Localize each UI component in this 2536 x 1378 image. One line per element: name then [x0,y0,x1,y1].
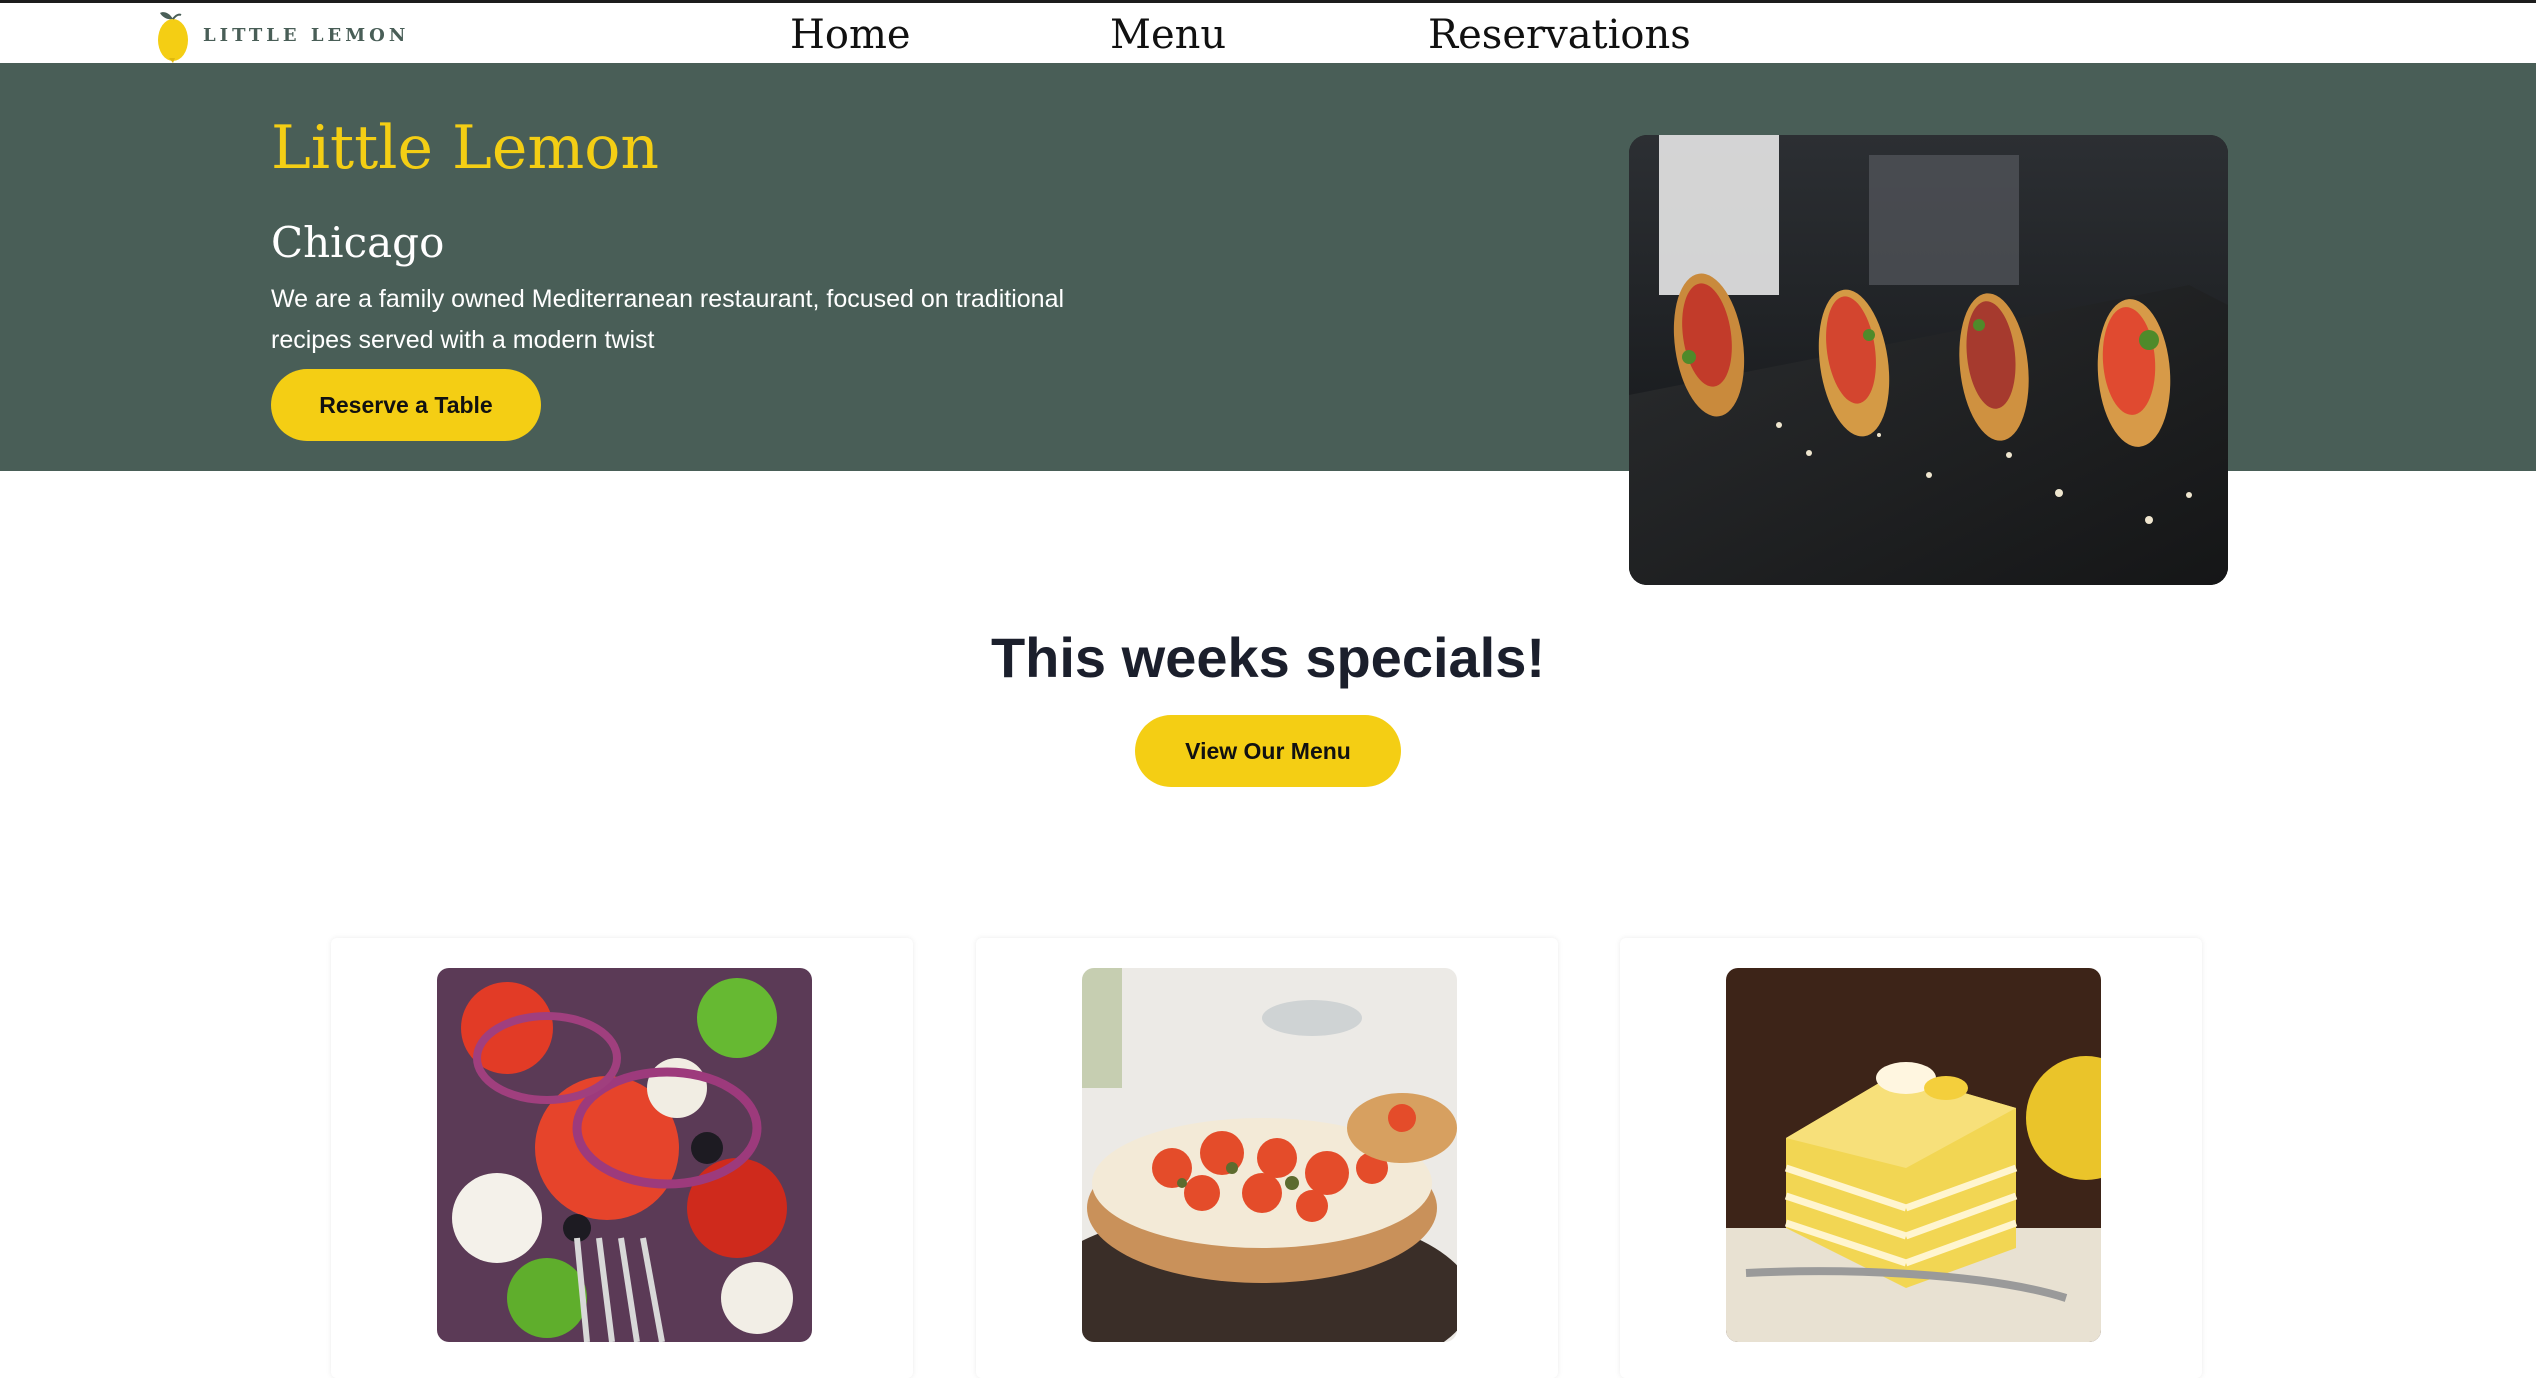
greek-salad-image [437,968,812,1342]
nav-home-link[interactable]: Home [790,7,911,63]
view-menu-button[interactable]: View Our Menu [1135,715,1401,787]
logo[interactable]: LITTLE LEMON [155,5,409,65]
nav-menu-link[interactable]: Menu [1110,7,1226,63]
nav-reservations-link[interactable]: Reservations [1428,7,1691,63]
bruschetta-image [1082,968,1457,1342]
logo-text: LITTLE LEMON [203,24,410,46]
hero-title: Little Lemon [271,113,660,183]
specials-title: This weeks specials! [990,626,1546,689]
hero-section: Little Lemon Chicago We are a family own… [0,63,2536,585]
lemon-logo-icon [158,12,188,63]
special-card-lemon-dessert[interactable] [1620,938,2202,1378]
hero-subtitle: Chicago [271,218,445,267]
hero-description: We are a family owned Mediterranean rest… [271,285,1065,354]
special-card-salad[interactable] [331,938,913,1378]
site-header: LITTLE LEMON Home Menu Reservations [0,3,2536,63]
reserve-table-button[interactable]: Reserve a Table [271,369,541,441]
hero-food-image [1629,135,2228,585]
special-card-bruschetta[interactable] [976,938,1558,1378]
lemon-cake-image [1726,968,2101,1342]
